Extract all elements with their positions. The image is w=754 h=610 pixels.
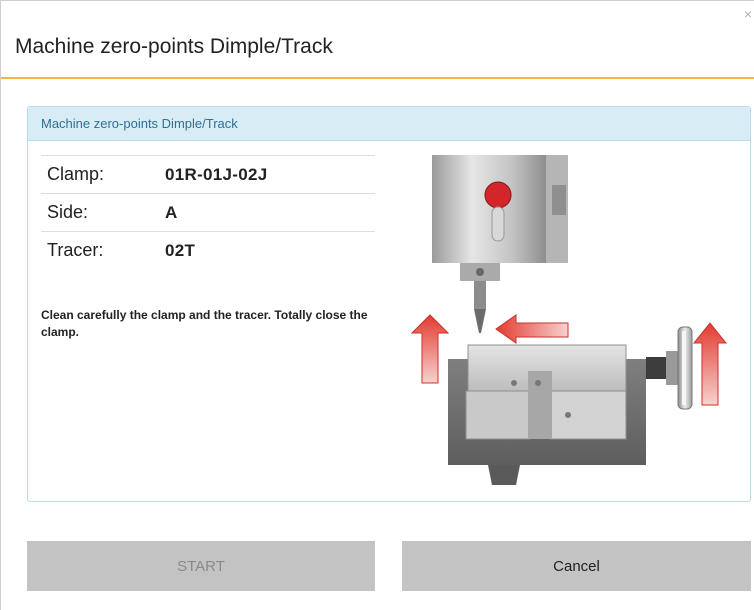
side-label: Side: (47, 202, 89, 222)
start-button[interactable]: START (27, 541, 375, 591)
instructions-text: Clean carefully the clamp and the tracer… (41, 308, 368, 339)
tracer-label: Tracer: (47, 240, 104, 260)
tracer-value: 02T (165, 240, 196, 260)
clamp-value: 01R-01J-02J (165, 164, 268, 184)
dialog: × Machine zero-points Dimple/Track Machi… (0, 0, 754, 610)
key-machine-clamp-tracer-illustration (410, 155, 728, 485)
info-table: Clamp: 01R-01J-02J Side: A Tracer: 02T (41, 155, 375, 269)
panel-header: Machine zero-points Dimple/Track (28, 107, 750, 141)
title-divider (1, 77, 754, 79)
info-row-side: Side: A (41, 193, 375, 231)
zero-points-panel: Machine zero-points Dimple/Track Clamp: … (27, 106, 751, 502)
side-value: A (165, 202, 178, 222)
info-row-clamp: Clamp: 01R-01J-02J (41, 155, 375, 193)
clamp-label: Clamp: (47, 164, 105, 184)
cancel-button[interactable]: Cancel (402, 541, 751, 591)
info-row-tracer: Tracer: 02T (41, 231, 375, 269)
close-icon[interactable]: × (744, 7, 752, 21)
dialog-title: Machine zero-points Dimple/Track (15, 35, 333, 58)
